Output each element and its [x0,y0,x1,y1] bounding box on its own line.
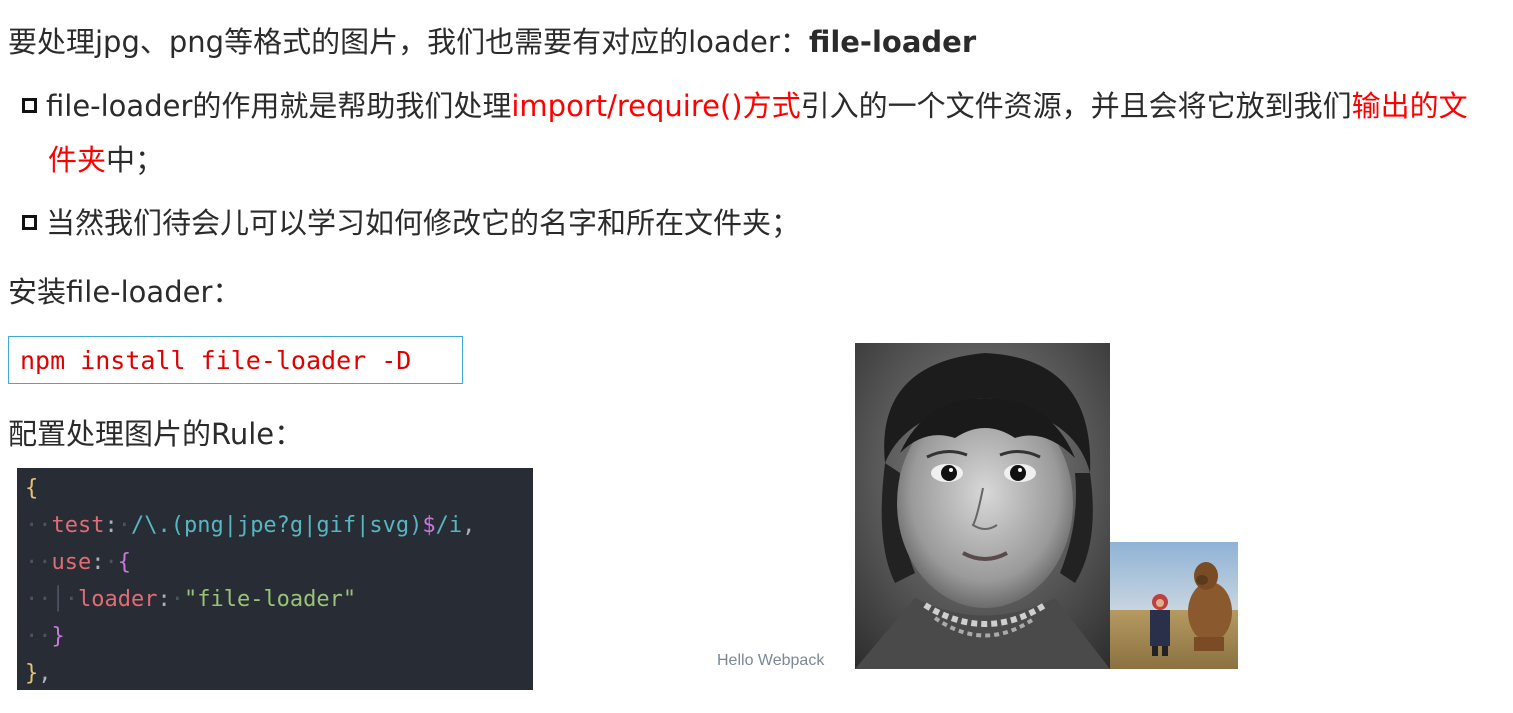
code-line-2: ··test:·/\.(png|jpe?g|gif|svg)$/i, [25,513,476,538]
code-line-6: }, [17,655,533,690]
code-loader-value: "file-loader" [183,587,357,612]
code-colon: : [91,550,105,575]
bullet-2-text: 当然我们待会儿可以学习如何修改它的名字和所在文件夹； [46,206,801,240]
code-comma: , [462,513,476,538]
camel-child-image [1110,542,1238,669]
code-colon: : [104,513,118,538]
install-heading: 安装file-loader： [8,275,242,309]
code-line-5: ··} [25,624,65,649]
code-regex-flag: /i [435,513,463,538]
camel-child-svg [1110,542,1238,669]
code-regex-end: $ [422,513,436,538]
code-colon: : [157,587,171,612]
child-portrait-image [855,343,1110,669]
bullet-1-part2: 引入的一个文件资源，并且会将它放到我们 [800,89,1352,123]
code-loader-key: loader [77,587,158,612]
hello-webpack-caption: Hello Webpack [717,652,825,669]
bullet-1-red1: import/require()方式 [511,89,801,123]
bullet-1: file-loader的作用就是帮助我们处理import/require()方式… [22,86,1468,126]
code-test-key: test [51,513,105,538]
bullet-1-continued: 件夹中； [48,140,164,180]
child-portrait-svg [855,343,1110,669]
code-close: } [25,661,39,686]
bullet-1-part3: 中； [106,143,165,177]
intro-line: 要处理jpg、png等格式的图片，我们也需要有对应的loader：file-lo… [8,22,976,62]
square-bullet-icon [22,214,37,230]
code-open-brace: { [25,476,39,501]
code-close-comma: , [38,661,52,686]
intro-bold-loader: file-loader [808,25,977,59]
code-use-open: { [117,550,131,575]
intro-text: 要处理jpg、png等格式的图片，我们也需要有对应的loader： [8,25,809,59]
bullet-1-red2b: 件夹 [48,143,107,177]
bullet-2: 当然我们待会儿可以学习如何修改它的名字和所在文件夹； [22,203,800,243]
bullet-1-part1: file-loader的作用就是帮助我们处理 [46,89,512,123]
code-line-4: ··│·loader:·"file-loader" [25,587,357,612]
code-inner-close: } [51,624,65,649]
bullet-1-red2a: 输出的文 [1351,89,1468,123]
square-bullet-icon [22,97,37,113]
code-regex: /\.(png|jpe?g|gif|svg) [130,513,423,538]
code-block: { ··test:·/\.(png|jpe?g|gif|svg)$/i, ··u… [17,468,533,690]
code-use-key: use [51,550,92,575]
code-line-1: { [17,470,533,507]
install-command-box: npm install file-loader -D [8,336,463,384]
rule-heading: 配置处理图片的Rule： [8,417,304,451]
code-line-3: ··use:·{ [25,550,131,575]
